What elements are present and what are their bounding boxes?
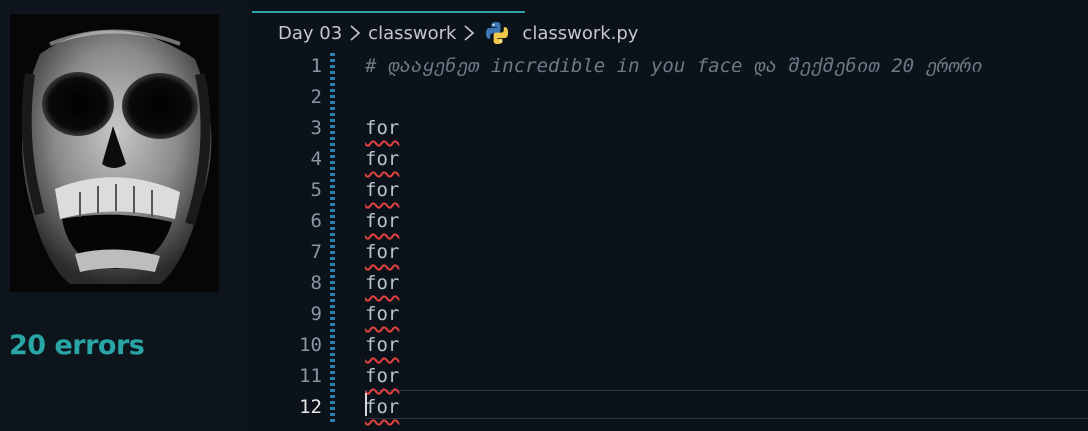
keyword-with-error: for <box>365 210 400 232</box>
keyword-with-error: for <box>365 396 400 418</box>
text-cursor <box>365 393 367 416</box>
code-line[interactable]: for <box>365 113 1085 144</box>
code-line[interactable]: for <box>365 361 1085 392</box>
chevron-right-icon <box>348 23 362 43</box>
chevron-right-icon <box>462 23 476 43</box>
keyword-with-error: for <box>365 334 400 356</box>
code-line[interactable]: for <box>365 175 1085 206</box>
code-comment: # დააყენეთ incredible in you face და შექ… <box>365 55 983 77</box>
modified-lines-indicator <box>330 53 335 424</box>
keyword-with-error: for <box>365 241 400 263</box>
code-line[interactable]: for <box>365 392 1085 423</box>
code-editor[interactable]: Day 03 classwork classwork.py 1 2 3 4 5 … <box>252 0 1088 431</box>
line-number: 3 <box>310 117 322 139</box>
python-icon <box>484 20 510 46</box>
skull-icon <box>10 14 219 292</box>
code-line[interactable]: for <box>365 299 1085 330</box>
code-line[interactable]: for <box>365 237 1085 268</box>
line-number: 10 <box>299 334 322 356</box>
line-number: 8 <box>310 272 322 294</box>
keyword-with-error: for <box>365 365 400 387</box>
line-number: 6 <box>310 210 322 232</box>
line-number: 9 <box>310 303 322 325</box>
current-line-number: 12 <box>299 396 322 418</box>
errors-count-label: 20 errors <box>9 330 145 361</box>
keyword-with-error: for <box>365 148 400 170</box>
meme-panel: 20 errors <box>0 0 250 431</box>
breadcrumb-file[interactable]: classwork.py <box>522 23 638 44</box>
breadcrumb-folder-classwork[interactable]: classwork <box>368 23 456 44</box>
code-line[interactable]: for <box>365 330 1085 361</box>
line-number: 4 <box>310 148 322 170</box>
breadcrumb: Day 03 classwork classwork.py <box>278 20 638 46</box>
keyword-with-error: for <box>365 303 400 325</box>
keyword-with-error: for <box>365 179 400 201</box>
breadcrumb-folder-day03[interactable]: Day 03 <box>278 23 342 44</box>
code-line[interactable]: for <box>365 206 1085 237</box>
active-tab-indicator <box>252 11 525 13</box>
code-line[interactable] <box>365 82 1085 113</box>
code-line[interactable]: for <box>365 268 1085 299</box>
keyword-with-error: for <box>365 117 400 139</box>
keyword-with-error: for <box>365 272 400 294</box>
code-line[interactable]: for <box>365 144 1085 175</box>
line-number: 2 <box>310 86 322 108</box>
line-number: 11 <box>299 365 322 387</box>
line-number: 5 <box>310 179 322 201</box>
skull-image <box>10 14 219 292</box>
code-line[interactable]: # დააყენეთ incredible in you face და შექ… <box>365 51 1085 82</box>
line-number: 7 <box>310 241 322 263</box>
line-number: 1 <box>310 55 322 77</box>
code-area[interactable]: # დააყენეთ incredible in you face და შექ… <box>365 51 1085 423</box>
line-number-gutter: 1 2 3 4 5 6 7 8 9 10 11 12 <box>252 51 332 423</box>
